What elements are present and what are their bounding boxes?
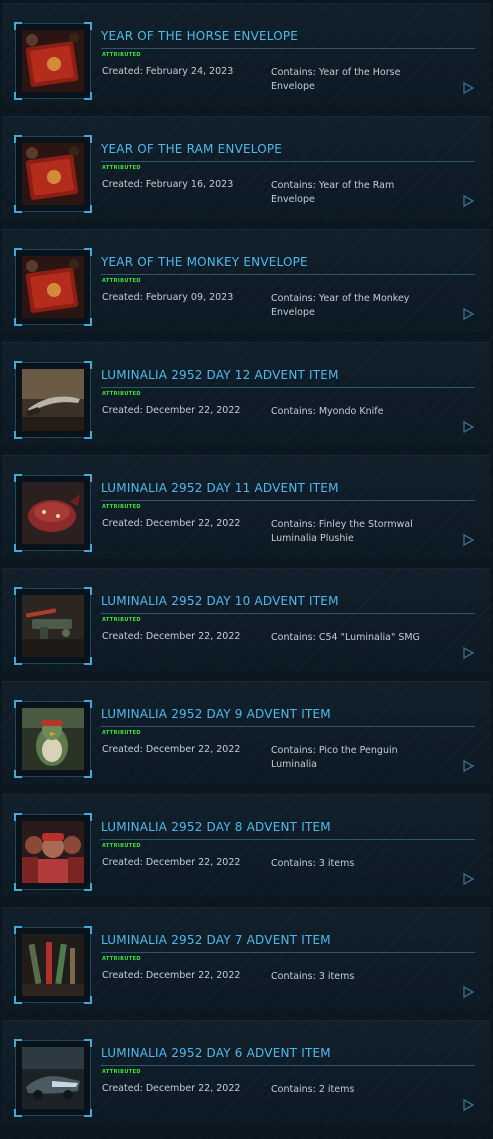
- status-badge: ATTRIBUTED: [102, 843, 141, 849]
- created-date: Created: December 22, 2022: [102, 744, 241, 755]
- plushie-image: [22, 482, 84, 544]
- item-thumbnail: [14, 248, 92, 326]
- play-arrow-icon[interactable]: [461, 307, 475, 321]
- divider: [101, 500, 475, 501]
- play-arrow-icon[interactable]: [461, 194, 475, 208]
- item-thumbnail: [14, 22, 92, 100]
- weapons-image: [22, 934, 84, 996]
- status-badge: ATTRIBUTED: [102, 504, 141, 510]
- contains-text: Contains: 3 items: [271, 971, 355, 982]
- created-date: Created: December 22, 2022: [102, 1083, 241, 1094]
- divider: [101, 726, 475, 727]
- play-arrow-icon[interactable]: [461, 985, 475, 999]
- divider: [101, 839, 475, 840]
- status-badge: ATTRIBUTED: [102, 278, 141, 284]
- status-badge: ATTRIBUTED: [102, 52, 141, 58]
- list-item[interactable]: LUMINALIA 2952 DAY 6 ADVENT ITEM ATTRIBU…: [2, 1020, 490, 1123]
- item-thumbnail: [14, 587, 92, 665]
- status-badge: ATTRIBUTED: [102, 617, 141, 623]
- contains-text: Contains: C54 "Luminalia" SMG: [271, 632, 420, 643]
- item-title: LUMINALIA 2952 DAY 9 ADVENT ITEM: [101, 707, 331, 721]
- created-date: Created: December 22, 2022: [102, 631, 241, 642]
- item-title: LUMINALIA 2952 DAY 8 ADVENT ITEM: [101, 820, 331, 834]
- smg-image: [22, 595, 84, 657]
- penguin-image: [22, 708, 84, 770]
- status-badge: ATTRIBUTED: [102, 956, 141, 962]
- list-item[interactable]: LUMINALIA 2952 DAY 10 ADVENT ITEM ATTRIB…: [2, 568, 490, 671]
- status-badge: ATTRIBUTED: [102, 1069, 141, 1075]
- created-date: Created: December 22, 2022: [102, 518, 241, 529]
- created-date: Created: December 22, 2022: [102, 405, 241, 416]
- item-thumbnail: [14, 361, 92, 439]
- list-item[interactable]: LUMINALIA 2952 DAY 11 ADVENT ITEM ATTRIB…: [2, 455, 490, 558]
- item-title: LUMINALIA 2952 DAY 11 ADVENT ITEM: [101, 481, 339, 495]
- item-title: LUMINALIA 2952 DAY 12 ADVENT ITEM: [101, 368, 339, 382]
- red-envelope-image: [22, 256, 84, 318]
- list-item[interactable]: YEAR OF THE MONKEY ENVELOPE ATTRIBUTED C…: [2, 229, 490, 332]
- item-thumbnail: [14, 813, 92, 891]
- created-date: Created: December 22, 2022: [102, 970, 241, 981]
- play-arrow-icon[interactable]: [461, 872, 475, 886]
- play-arrow-icon[interactable]: [461, 1098, 475, 1112]
- item-title: LUMINALIA 2952 DAY 6 ADVENT ITEM: [101, 1046, 331, 1060]
- list-item[interactable]: LUMINALIA 2952 DAY 12 ADVENT ITEM ATTRIB…: [2, 342, 490, 445]
- divider: [101, 952, 475, 953]
- contains-text: Contains: Myondo Knife: [271, 406, 384, 417]
- list-item[interactable]: YEAR OF THE HORSE ENVELOPE ATTRIBUTED Cr…: [2, 3, 490, 106]
- item-title: YEAR OF THE MONKEY ENVELOPE: [101, 255, 308, 269]
- divider: [101, 387, 475, 388]
- created-date: Created: February 09, 2023: [102, 292, 234, 303]
- contains-text: Contains: 2 items: [271, 1084, 355, 1095]
- created-date: Created: February 24, 2023: [102, 66, 234, 77]
- list-item[interactable]: LUMINALIA 2952 DAY 9 ADVENT ITEM ATTRIBU…: [2, 681, 490, 784]
- item-thumbnail: [14, 926, 92, 1004]
- item-thumbnail: [14, 474, 92, 552]
- play-arrow-icon[interactable]: [461, 81, 475, 95]
- red-envelope-image: [22, 30, 84, 92]
- vehicle-image: [22, 1047, 84, 1109]
- contains-text: Contains: Year of the Horse Envelope: [271, 67, 401, 92]
- contains-text: Contains: Year of the Monkey Envelope: [271, 293, 410, 318]
- item-title: YEAR OF THE HORSE ENVELOPE: [101, 29, 299, 43]
- item-thumbnail: [14, 700, 92, 778]
- item-thumbnail: [14, 1039, 92, 1117]
- status-badge: ATTRIBUTED: [102, 391, 141, 397]
- knife-image: [22, 369, 84, 431]
- contains-text: Contains: Year of the Ram Envelope: [271, 180, 395, 205]
- list-item[interactable]: LUMINALIA 2952 DAY 8 ADVENT ITEM ATTRIBU…: [2, 794, 490, 897]
- item-title: LUMINALIA 2952 DAY 10 ADVENT ITEM: [101, 594, 339, 608]
- divider: [101, 274, 475, 275]
- created-date: Created: February 16, 2023: [102, 179, 234, 190]
- divider: [101, 48, 475, 49]
- play-arrow-icon[interactable]: [461, 420, 475, 434]
- divider: [101, 161, 475, 162]
- contains-text: Contains: Pico the Penguin Luminalia: [271, 745, 398, 770]
- list-item[interactable]: LUMINALIA 2952 DAY 7 ADVENT ITEM ATTRIBU…: [2, 907, 490, 1010]
- item-title: YEAR OF THE RAM ENVELOPE: [101, 142, 283, 156]
- characters-image: [22, 821, 84, 883]
- play-arrow-icon[interactable]: [461, 533, 475, 547]
- contains-text: Contains: Finley the Stormwal Luminalia …: [271, 519, 413, 544]
- divider: [101, 1065, 475, 1066]
- divider: [101, 613, 475, 614]
- item-thumbnail: [14, 135, 92, 213]
- status-badge: ATTRIBUTED: [102, 730, 141, 736]
- contains-text: Contains: 3 items: [271, 858, 355, 869]
- item-title: LUMINALIA 2952 DAY 7 ADVENT ITEM: [101, 933, 331, 947]
- red-envelope-image: [22, 143, 84, 205]
- status-badge: ATTRIBUTED: [102, 165, 141, 171]
- play-arrow-icon[interactable]: [461, 646, 475, 660]
- created-date: Created: December 22, 2022: [102, 857, 241, 868]
- play-arrow-icon[interactable]: [461, 759, 475, 773]
- list-item[interactable]: YEAR OF THE RAM ENVELOPE ATTRIBUTED Crea…: [2, 116, 490, 219]
